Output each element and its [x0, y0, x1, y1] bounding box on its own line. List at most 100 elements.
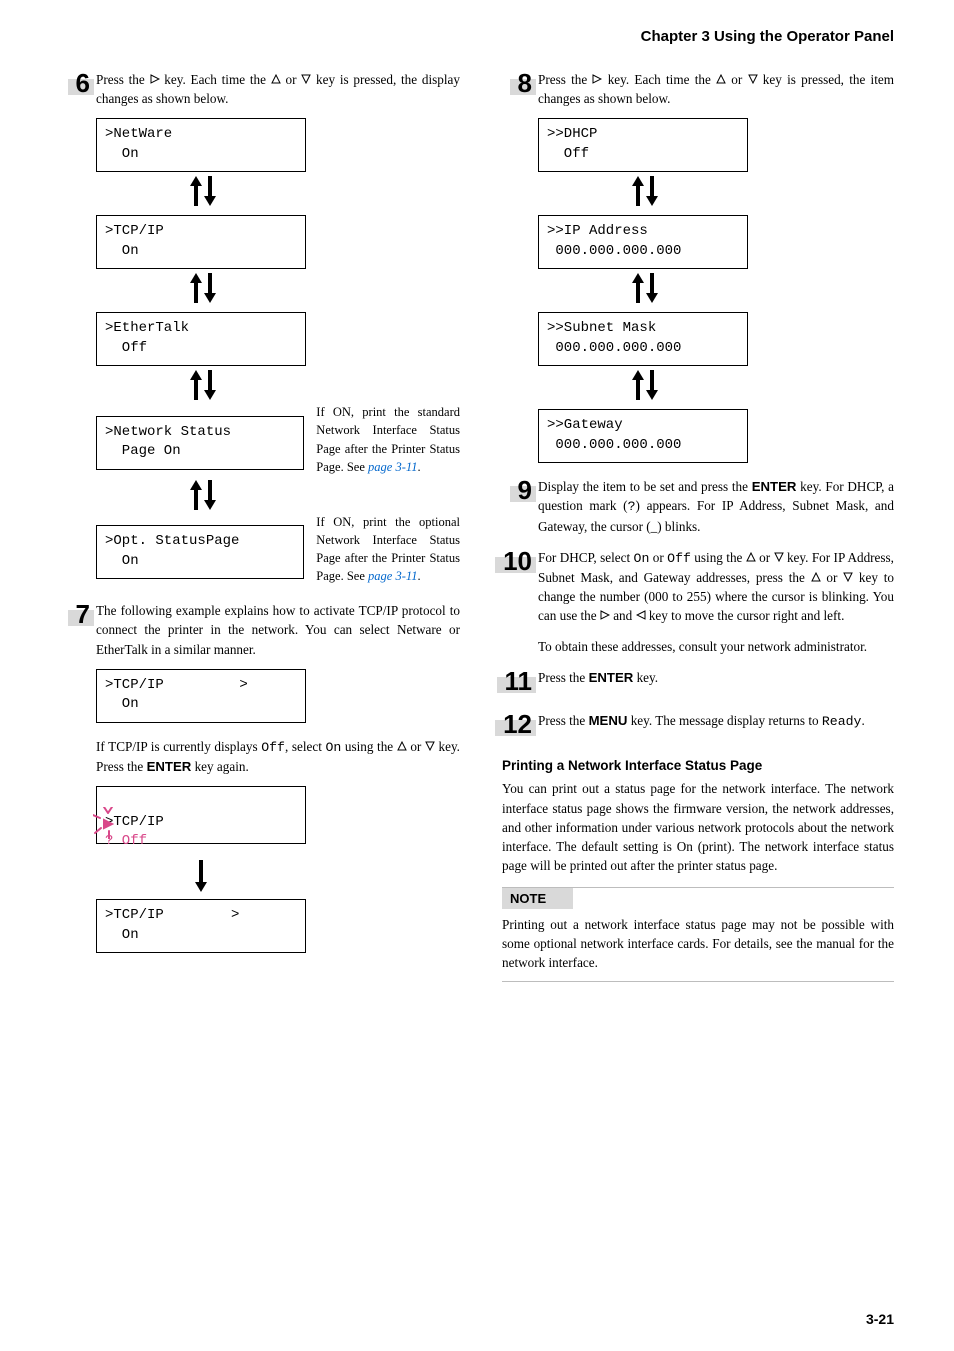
- lcd-display: >>DHCP Off: [538, 118, 748, 172]
- lcd-display: >Network Status Page On: [96, 416, 304, 470]
- lcd-line: On: [105, 927, 139, 943]
- text: using the: [341, 739, 396, 754]
- text: Press the: [538, 670, 589, 685]
- text: or: [756, 550, 774, 565]
- section-heading: Printing a Network Interface Status Page: [502, 758, 894, 773]
- code-text: Ready: [822, 714, 862, 729]
- step-7-text: The following example explains how to ac…: [96, 601, 460, 658]
- updown-icon: [96, 271, 306, 310]
- step-number: 12: [503, 709, 532, 739]
- lcd-line: Off: [105, 340, 147, 356]
- page-link[interactable]: page 3-11: [368, 460, 417, 474]
- updown-icon: [96, 174, 306, 213]
- tcp-display-group: >TCP/IP > On: [96, 669, 460, 723]
- updown-icon: [96, 478, 306, 517]
- step-number: 8: [518, 68, 532, 98]
- text: Display the item to be set and press the: [538, 479, 752, 494]
- lcd-line: >EtherTalk: [105, 320, 189, 336]
- key-label: ENTER: [752, 479, 797, 494]
- step-12: 12 Press the MENU key. The message displ…: [502, 711, 894, 738]
- lcd-display: >>IP Address 000.000.000.000: [538, 215, 748, 269]
- text: or: [821, 570, 844, 585]
- lcd-line: >Opt. StatusPage: [105, 533, 239, 549]
- lcd-display: >TCP/IP > On: [96, 669, 306, 723]
- step-6-text: Press the key. Each time the or key is p…: [96, 70, 460, 108]
- page-link[interactable]: page 3-11: [368, 569, 417, 583]
- tcp-display-group-2: >TCP/IP ? Off: [96, 786, 460, 844]
- step-10-text: For DHCP, select On or Off using the or …: [538, 548, 894, 657]
- step-8-text: Press the key. Each time the or key is p…: [538, 70, 894, 108]
- triangle-down-icon: [301, 74, 311, 84]
- lcd-line: 000.000.000.000: [547, 437, 681, 453]
- updown-icon: [538, 174, 748, 213]
- lcd-display: >TCP/IP > On: [96, 899, 306, 953]
- lcd-line: >>Subnet Mask: [547, 320, 656, 336]
- tcp-display-group-3: >TCP/IP > On: [96, 899, 460, 953]
- step-9-text: Display the item to be set and press the…: [538, 477, 894, 535]
- step-number: 10: [503, 546, 532, 576]
- left-column: 6 Press the key. Each time the or key is…: [60, 70, 460, 982]
- section-paragraph: You can print out a status page for the …: [502, 779, 894, 875]
- step-number: 6: [76, 68, 90, 98]
- key-label: ENTER: [147, 759, 192, 774]
- display-chain-left: >NetWare On >TCP/IP On >EtherTalk Off >N…: [96, 118, 460, 585]
- step-12-text: Press the MENU key. The message display …: [538, 711, 894, 731]
- step-11-text: Press the ENTER key.: [538, 668, 894, 687]
- display-chain-right: >>DHCP Off >>IP Address 000.000.000.000 …: [538, 118, 894, 463]
- side-note: If ON, print the standard Network Interf…: [316, 403, 460, 476]
- triangle-up-icon: [746, 552, 756, 562]
- lcd-line: >>Gateway: [547, 417, 623, 433]
- text: .: [861, 713, 864, 728]
- lcd-line: 000.000.000.000: [547, 243, 681, 259]
- text: key. Each time the: [160, 72, 271, 87]
- triangle-down-icon: [843, 572, 853, 582]
- page-number: 3-21: [866, 1311, 894, 1327]
- triangle-down-icon: [425, 741, 435, 751]
- triangle-down-icon: [774, 552, 784, 562]
- text: or: [407, 739, 425, 754]
- lcd-line: On: [105, 243, 139, 259]
- triangle-right-icon: [150, 74, 160, 84]
- text: .: [417, 569, 420, 583]
- text: If TCP/IP is currently displays: [96, 739, 261, 754]
- text: or: [281, 72, 302, 87]
- text: Press the: [538, 713, 589, 728]
- code-text: Off: [261, 740, 285, 755]
- lcd-line: >Network Status: [105, 424, 231, 440]
- text: and: [610, 608, 636, 623]
- updown-icon: [96, 368, 306, 407]
- lcd-display: >>Subnet Mask 000.000.000.000: [538, 312, 748, 366]
- step-8: 8 Press the key. Each time the or key is…: [502, 70, 894, 108]
- right-column: 8 Press the key. Each time the or key is…: [502, 70, 894, 982]
- step-number: 7: [76, 599, 90, 629]
- lcd-line: Page On: [105, 443, 181, 459]
- note-region: NOTE Printing out a network interface st…: [502, 887, 894, 981]
- lcd-display: >NetWare On: [96, 118, 306, 172]
- text: , select: [285, 739, 326, 754]
- lcd-display: >EtherTalk Off: [96, 312, 306, 366]
- lcd-line: >TCP/IP: [105, 814, 164, 830]
- triangle-up-icon: [397, 741, 407, 751]
- text: .: [417, 460, 420, 474]
- side-note: If ON, print the optional Network Interf…: [316, 513, 460, 586]
- lcd-display: >Opt. StatusPage On: [96, 525, 304, 579]
- text: key. Each time the: [602, 72, 716, 87]
- text: key. The message display returns to: [627, 713, 821, 728]
- lcd-line: >>DHCP: [547, 126, 597, 142]
- lcd-line: >NetWare: [105, 126, 172, 142]
- note-text: Printing out a network interface status …: [502, 909, 894, 980]
- text: To obtain these addresses, consult your …: [538, 639, 867, 654]
- lcd-display: >TCP/IP On: [96, 215, 306, 269]
- chapter-heading: Chapter 3 Using the Operator Panel: [641, 28, 894, 45]
- text: or: [726, 72, 747, 87]
- updown-icon: [538, 271, 748, 310]
- note-label: NOTE: [502, 888, 573, 909]
- lcd-line: On: [105, 146, 139, 162]
- lcd-line: >>IP Address: [547, 223, 648, 239]
- lcd-line: >TCP/IP: [105, 223, 164, 239]
- step-10: 10 For DHCP, select On or Off using the …: [502, 548, 894, 657]
- lcd-line: On: [105, 553, 139, 569]
- triangle-up-icon: [271, 74, 281, 84]
- lcd-line: Off: [547, 146, 589, 162]
- key-label: MENU: [589, 713, 628, 728]
